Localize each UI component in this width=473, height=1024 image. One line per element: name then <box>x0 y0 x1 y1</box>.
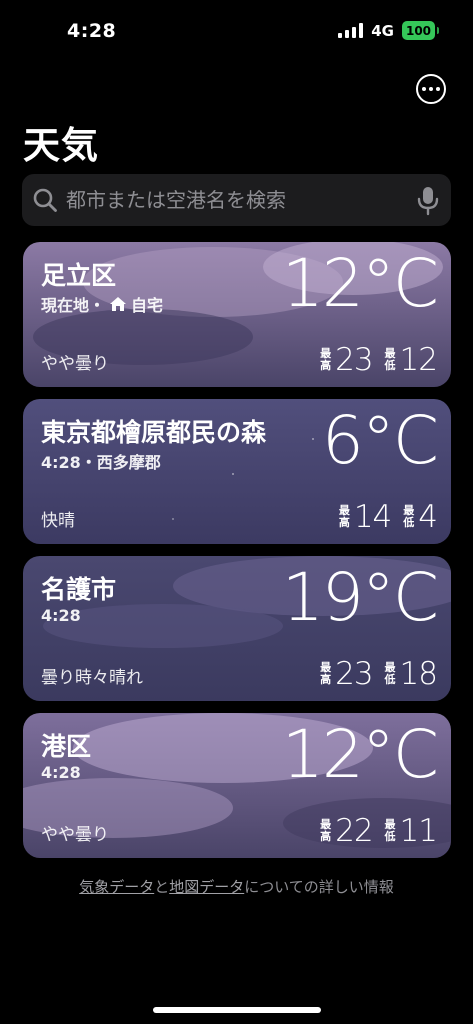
low-label: 最低 <box>384 818 396 843</box>
city-card-hinohara[interactable]: 東京都檜原都民の森 4:28・西多摩郡 6°C 快晴 最高 14 最低 4 <box>23 399 451 544</box>
low-label: 最低 <box>403 504 415 529</box>
high-low-temperature: 最高 22 最低 11 <box>320 813 438 849</box>
city-card-adachi[interactable]: 足立区 現在地・ 自宅 12°C やや曇り 最高 23 最低 12 <box>23 242 451 387</box>
low-temperature: 12 <box>399 342 438 378</box>
city-name: 名護市 <box>41 575 117 604</box>
footer-conjunction: と <box>154 878 170 896</box>
weather-condition: やや曇り <box>41 825 109 845</box>
city-subline: 4:28・西多摩郡 <box>41 453 161 472</box>
low-temperature: 11 <box>399 813 438 849</box>
current-temperature: 12°C <box>281 245 439 322</box>
low-label: 最低 <box>384 661 396 686</box>
high-label: 最高 <box>338 504 350 529</box>
city-card-nago[interactable]: 名護市 4:28 19°C 曇り時々晴れ 最高 23 最低 18 <box>23 556 451 701</box>
weather-app-screen: 4:28 4G 100 天気 都市または空港名を検索 足立区 現在地・ 自宅 1… <box>0 0 473 1024</box>
high-label: 最高 <box>320 347 332 372</box>
city-name: 東京都檜原都民の森 <box>41 418 267 447</box>
ellipsis-circle-icon[interactable] <box>416 74 446 104</box>
location-label: 現在地・ <box>41 296 106 315</box>
page-title: 天気 <box>23 124 99 167</box>
high-temperature: 22 <box>335 813 373 849</box>
search-icon <box>33 188 57 212</box>
current-temperature: 6°C <box>321 402 439 479</box>
map-data-link[interactable]: 地図データ <box>169 878 244 896</box>
high-low-temperature: 最高 23 最低 12 <box>320 342 438 378</box>
battery-icon: 100 <box>402 21 439 40</box>
weather-condition: やや曇り <box>41 354 109 374</box>
status-time: 4:28 <box>67 20 117 42</box>
home-indicator[interactable] <box>153 1007 321 1013</box>
city-subline: 4:28 <box>41 606 81 625</box>
data-source-note: 気象データと地図データについての詳しい情報 <box>0 876 473 897</box>
current-temperature: 12°C <box>281 716 439 793</box>
city-subline: 現在地・ 自宅 <box>41 292 163 316</box>
search-input[interactable] <box>66 174 406 226</box>
status-indicators: 4G 100 <box>338 21 439 40</box>
battery-level: 100 <box>405 23 432 38</box>
current-temperature: 19°C <box>281 559 439 636</box>
mic-icon[interactable] <box>416 186 440 216</box>
weather-condition: 曇り時々晴れ <box>41 668 143 688</box>
home-icon <box>110 297 127 311</box>
low-label: 最低 <box>384 347 396 372</box>
high-temperature: 23 <box>335 656 373 692</box>
high-low-temperature: 最高 14 最低 4 <box>338 499 438 535</box>
city-card-minato[interactable]: 港区 4:28 12°C やや曇り 最高 22 最低 11 <box>23 713 451 858</box>
cellular-signal-icon <box>338 23 364 38</box>
search-bar[interactable] <box>22 174 451 226</box>
high-low-temperature: 最高 23 最低 18 <box>320 656 438 692</box>
city-subline: 4:28 <box>41 763 81 782</box>
footer-rest: についての詳しい情報 <box>244 878 394 896</box>
high-temperature: 23 <box>335 342 373 378</box>
low-temperature: 18 <box>399 656 438 692</box>
high-label: 最高 <box>320 818 332 843</box>
high-temperature: 14 <box>353 499 392 535</box>
city-name: 港区 <box>41 732 92 761</box>
network-type: 4G <box>371 21 394 40</box>
weather-condition: 快晴 <box>41 511 75 531</box>
home-label: 自宅 <box>131 296 164 315</box>
city-name: 足立区 <box>41 261 117 290</box>
high-label: 最高 <box>320 661 332 686</box>
low-temperature: 4 <box>418 499 438 535</box>
weather-data-link[interactable]: 気象データ <box>79 878 154 896</box>
